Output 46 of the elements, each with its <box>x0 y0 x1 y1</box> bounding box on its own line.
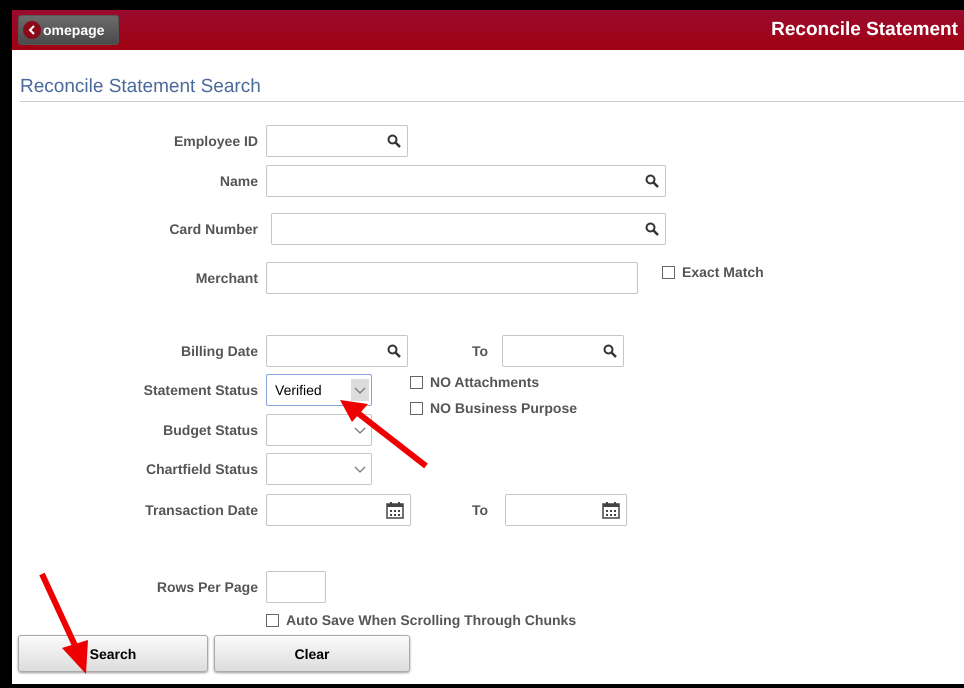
field-label: Rows Per Page <box>156 579 258 595</box>
checkbox-label: Exact Match <box>682 264 764 280</box>
dropdown-field[interactable] <box>266 414 372 446</box>
to-label: To <box>471 343 490 359</box>
checkbox[interactable]: NO Attachments <box>410 374 578 390</box>
dropdown-field[interactable]: Verified <box>266 374 372 406</box>
date-field[interactable] <box>505 494 627 526</box>
back-button[interactable]: omepage <box>18 15 120 45</box>
field-label: Employee ID <box>174 133 258 149</box>
lookup-field[interactable] <box>266 125 408 157</box>
back-chevron-icon[interactable] <box>23 21 41 39</box>
field-label: Name <box>220 173 258 189</box>
lookup-field[interactable] <box>271 213 666 245</box>
dropdown-field[interactable] <box>266 453 372 485</box>
lookup-field[interactable] <box>266 165 666 197</box>
field-label: Transaction Date <box>145 502 258 518</box>
checkbox-square[interactable] <box>266 614 279 626</box>
field-label: Billing Date <box>180 343 258 359</box>
page-header-title: Reconcile Statement <box>771 19 958 41</box>
page-title: Reconcile Statement Search <box>20 76 964 102</box>
dropdown-caret-icon[interactable] <box>351 379 369 401</box>
to-label: To <box>471 502 490 518</box>
field-label: Chartfield Status <box>146 461 258 477</box>
search-button[interactable]: Search <box>18 635 208 672</box>
search-icon[interactable] <box>387 134 401 148</box>
field-label: Statement Status <box>144 382 258 398</box>
clear-button[interactable]: Clear <box>214 635 410 672</box>
field-label: Merchant <box>196 270 258 286</box>
checkbox-square[interactable] <box>410 402 423 414</box>
checkbox-square[interactable] <box>410 376 423 388</box>
calendar-icon[interactable] <box>386 501 404 519</box>
date-field[interactable] <box>266 494 411 526</box>
input-field[interactable] <box>266 262 638 294</box>
calendar-icon[interactable] <box>602 501 620 519</box>
search-icon[interactable] <box>645 174 659 188</box>
field-label: Card Number <box>169 221 258 237</box>
search-icon[interactable] <box>603 344 617 358</box>
field-label: Budget Status <box>163 422 258 438</box>
search-icon[interactable] <box>645 222 659 236</box>
lookup-field[interactable] <box>266 335 408 367</box>
search-icon[interactable] <box>387 344 401 358</box>
checkbox-label: NO Attachments <box>430 374 540 390</box>
checkbox-square[interactable] <box>662 266 675 278</box>
input-field[interactable] <box>266 571 326 603</box>
checkbox[interactable]: Exact Match <box>662 264 764 280</box>
lookup-field[interactable] <box>502 335 624 367</box>
